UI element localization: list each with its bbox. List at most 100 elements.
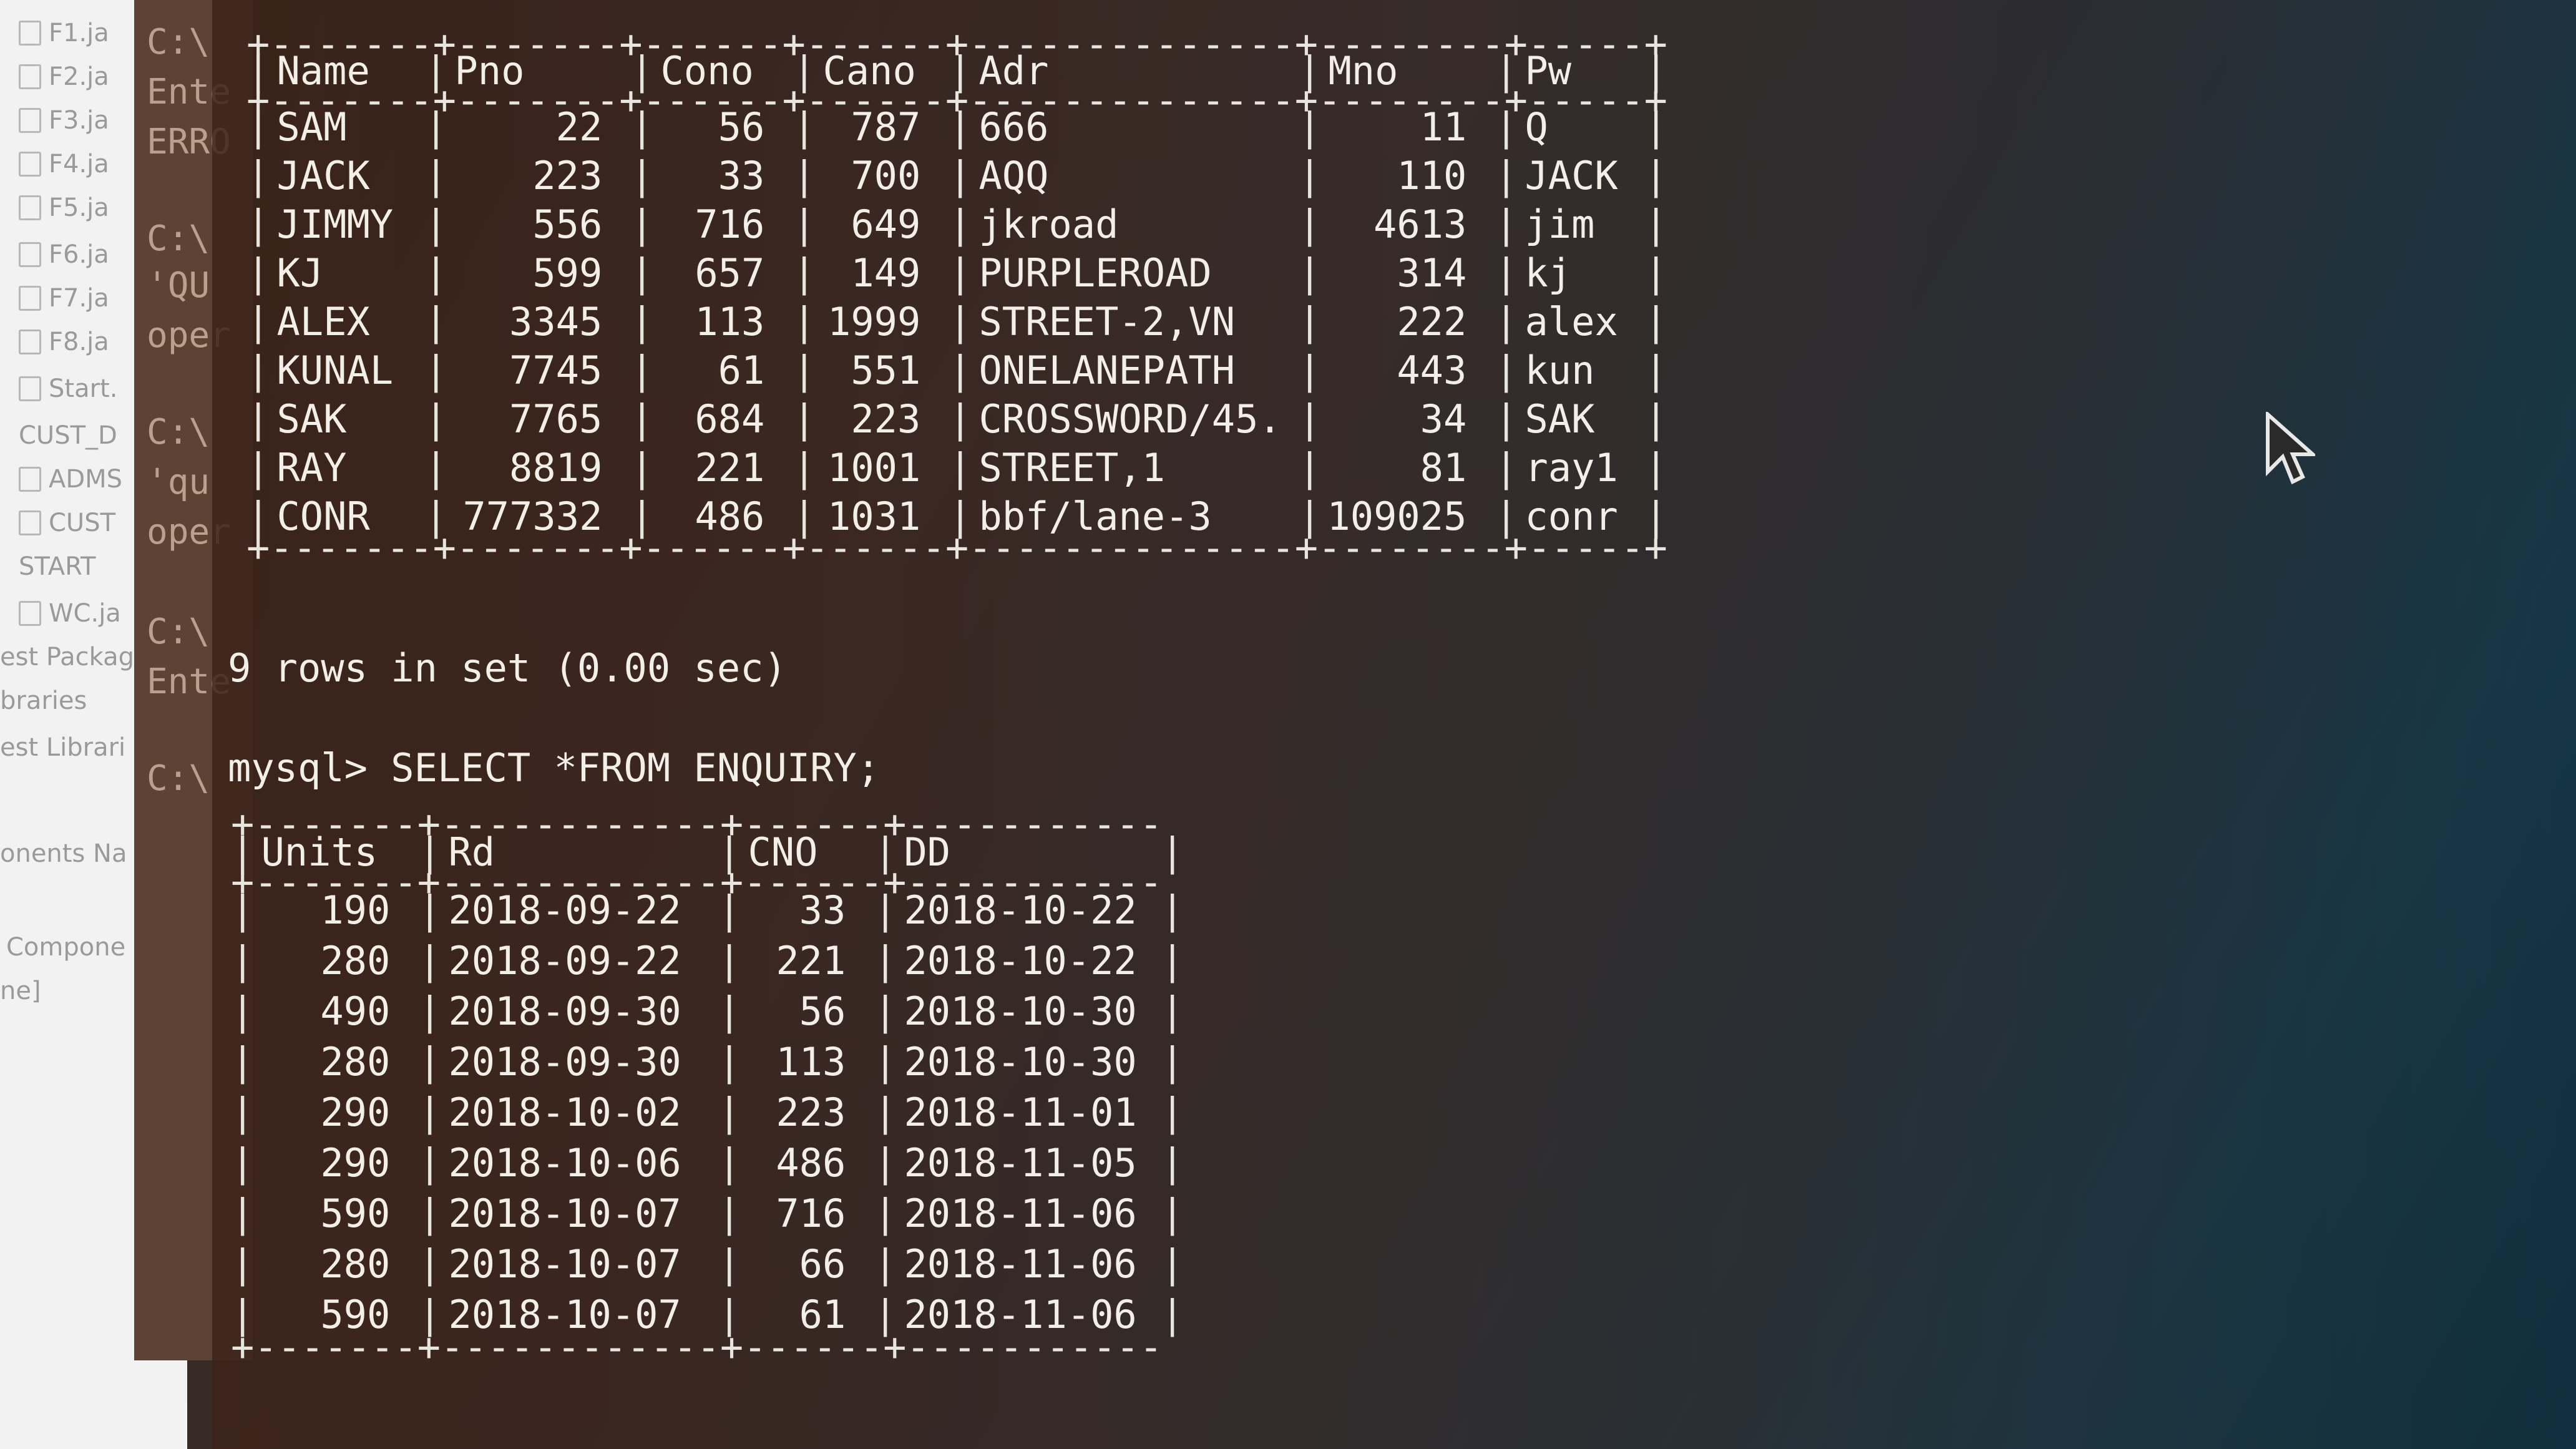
ide-item[interactable]: F6.ja xyxy=(19,240,109,269)
table-cell: 113 xyxy=(695,298,765,344)
column-separator: | xyxy=(949,104,972,150)
column-separator: | xyxy=(1644,152,1668,198)
ide-item[interactable]: est Librari xyxy=(0,733,125,762)
table-cell: 223 xyxy=(532,152,603,198)
column-separator: | xyxy=(1495,444,1518,490)
ide-item[interactable]: F1.ja xyxy=(19,19,109,47)
table-cell: 7765 xyxy=(509,396,603,442)
ide-item[interactable]: CUST xyxy=(19,509,115,537)
ide-item[interactable]: onents Na xyxy=(0,839,127,868)
ide-item[interactable]: Start. xyxy=(19,374,117,403)
java-file-icon xyxy=(19,64,41,89)
table-cell: 599 xyxy=(532,250,603,296)
table-cell: 2018-09-22 xyxy=(448,937,681,983)
column-separator: | xyxy=(630,152,654,198)
table-cell: SAK xyxy=(1525,396,1595,442)
console-line: C:\ xyxy=(147,218,210,259)
table-cell: SAK xyxy=(276,396,347,442)
console-line: C:\ xyxy=(147,22,210,62)
column-separator: | xyxy=(231,988,255,1034)
java-file-icon xyxy=(19,329,41,354)
column-separator: | xyxy=(874,1038,897,1085)
table-cell: 223 xyxy=(851,396,921,442)
column-separator: | xyxy=(1644,444,1668,490)
table-cell: 649 xyxy=(851,201,921,247)
column-separator: | xyxy=(231,1139,255,1186)
column-separator: | xyxy=(874,937,897,983)
column-separator: | xyxy=(246,201,270,247)
column-separator: | xyxy=(1495,104,1518,150)
ide-item[interactable]: F2.ja xyxy=(19,62,109,91)
java-file-icon xyxy=(19,510,41,535)
column-separator: | xyxy=(418,1139,442,1186)
table-cell: 280 xyxy=(320,1038,391,1085)
ide-item[interactable]: F8.ja xyxy=(19,328,109,356)
table-cell: JACK xyxy=(276,152,370,198)
column-separator: | xyxy=(231,937,255,983)
table-cell: 666 xyxy=(978,104,1049,150)
ide-item[interactable]: WC.ja xyxy=(19,599,121,628)
column-separator: | xyxy=(231,1241,255,1287)
column-separator: | xyxy=(1161,1038,1184,1085)
column-separator: | xyxy=(1161,1291,1184,1337)
ide-item[interactable]: START xyxy=(19,552,95,581)
ide-item[interactable]: ne] xyxy=(0,977,41,1005)
query-line: mysql> SELECT *FROM ENQUIRY; xyxy=(228,745,881,791)
mysql-console[interactable]: +-------+-------+------+------+---------… xyxy=(212,0,2576,1449)
table-cell: 684 xyxy=(695,396,765,442)
table-cell: 221 xyxy=(695,444,765,490)
column-separator: | xyxy=(793,347,816,393)
ide-item[interactable]: F7.ja xyxy=(19,284,109,313)
column-separator: | xyxy=(793,104,816,150)
column-separator: | xyxy=(1298,298,1322,344)
column-separator: | xyxy=(1161,887,1184,933)
console-line: C:\ xyxy=(147,412,210,452)
ide-item[interactable]: est Packag xyxy=(0,643,134,671)
ide-item[interactable]: F5.ja xyxy=(19,193,109,222)
table-cell: 149 xyxy=(851,250,921,296)
column-separator: | xyxy=(424,444,448,490)
column-separator: | xyxy=(424,396,448,442)
column-separator: | xyxy=(231,1190,255,1236)
table-cell: 22 xyxy=(555,104,603,150)
column-separator: | xyxy=(246,250,270,296)
column-separator: | xyxy=(1495,250,1518,296)
column-separator: | xyxy=(231,887,255,933)
table-cell: alex xyxy=(1525,298,1618,344)
table-cell: 190 xyxy=(320,887,391,933)
column-separator: | xyxy=(246,444,270,490)
ide-item[interactable]: ADMS xyxy=(19,465,122,494)
table-cell: RAY xyxy=(276,444,347,490)
column-separator: | xyxy=(1298,347,1322,393)
ide-item[interactable]: CUST_D xyxy=(19,421,117,450)
table-cell: 787 xyxy=(851,104,921,150)
column-separator: | xyxy=(718,1089,741,1135)
ide-item[interactable]: F3.ja xyxy=(19,106,109,135)
table-cell: kun xyxy=(1525,347,1595,393)
table-cell: jkroad xyxy=(978,201,1119,247)
table-cell: STREET-2,VN xyxy=(978,298,1236,344)
column-separator: | xyxy=(1495,347,1518,393)
column-separator: | xyxy=(246,347,270,393)
column-separator: | xyxy=(1644,347,1668,393)
column-separator: | xyxy=(1644,298,1668,344)
table-cell: STREET,1 xyxy=(978,444,1166,490)
column-separator: | xyxy=(793,444,816,490)
table-cell: 33 xyxy=(718,152,765,198)
ide-item[interactable]: Compone xyxy=(6,933,125,962)
table-cell: 290 xyxy=(320,1089,391,1135)
ide-item[interactable]: braries xyxy=(0,686,87,715)
table-cell: KUNAL xyxy=(276,347,394,393)
column-separator: | xyxy=(949,396,972,442)
column-separator: | xyxy=(874,887,897,933)
column-separator: | xyxy=(793,250,816,296)
java-file-icon xyxy=(19,21,41,46)
table-cell: 2018-10-06 xyxy=(448,1139,681,1186)
column-separator: | xyxy=(949,152,972,198)
column-separator: | xyxy=(1644,250,1668,296)
table-cell: 2018-10-30 xyxy=(904,1038,1137,1085)
table-cell: 56 xyxy=(718,104,765,150)
result-status: 9 rows in set (0.00 sec) xyxy=(228,645,787,691)
ide-item[interactable]: F4.ja xyxy=(19,150,109,178)
table-cell: CROSSWORD/45. xyxy=(978,396,1282,442)
